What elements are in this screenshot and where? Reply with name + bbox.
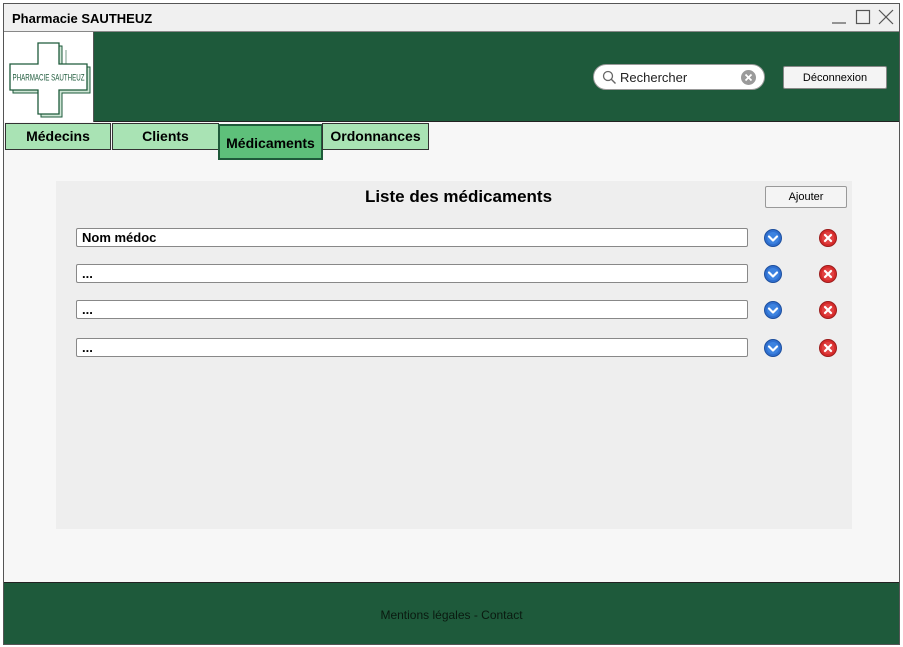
medication-field[interactable]: ...: [76, 264, 748, 283]
chevron-down-circle-icon[interactable]: [763, 228, 783, 248]
header-bar: PHARMACIE SAUTHEUZ Déconnexion: [4, 32, 899, 122]
search-input[interactable]: [620, 68, 735, 87]
tab-medicaments[interactable]: Médicaments: [218, 124, 323, 160]
chevron-down-circle-icon[interactable]: [763, 338, 783, 358]
pharmacy-logo: PHARMACIE SAUTHEUZ: [4, 32, 94, 122]
delete-circle-icon[interactable]: [818, 338, 838, 358]
clear-search-icon[interactable]: [740, 69, 757, 91]
footer-bar: Mentions légales - Contact: [4, 582, 899, 644]
delete-circle-icon[interactable]: [818, 264, 838, 284]
tab-ordonnances[interactable]: Ordonnances: [322, 123, 429, 150]
window-title: Pharmacie SAUTHEUZ: [12, 11, 153, 26]
logout-button[interactable]: Déconnexion: [783, 66, 887, 89]
search-box[interactable]: [593, 64, 765, 90]
chevron-down-circle-icon[interactable]: [763, 264, 783, 284]
chevron-down-circle-icon[interactable]: [763, 300, 783, 320]
medication-field[interactable]: ...: [76, 338, 748, 357]
medication-field[interactable]: ...: [76, 300, 748, 319]
delete-circle-icon[interactable]: [818, 300, 838, 320]
footer-links[interactable]: Mentions légales - Contact: [4, 608, 899, 622]
medication-field[interactable]: Nom médoc: [76, 228, 748, 247]
pharmacy-cross-logo: PHARMACIE SAUTHEUZ: [9, 42, 91, 118]
tab-medecins[interactable]: Médecins: [5, 123, 111, 150]
close-icon[interactable]: [877, 8, 895, 26]
delete-circle-icon[interactable]: [818, 228, 838, 248]
page-title: Liste des médicaments: [364, 187, 553, 206]
title-bar: Pharmacie SAUTHEUZ: [4, 4, 899, 32]
tab-clients[interactable]: Clients: [112, 123, 219, 150]
medication-list-panel: Liste des médicaments Ajouter Nom médoc …: [56, 181, 852, 529]
add-button[interactable]: Ajouter: [765, 186, 847, 208]
search-icon: [602, 70, 617, 90]
minimize-icon[interactable]: [830, 8, 848, 26]
maximize-icon[interactable]: [854, 8, 872, 26]
app-window: Pharmacie SAUTHEUZ PHARMACIE SAUTHEUZ Re…: [3, 3, 900, 645]
logo-text: PHARMACIE SAUTHEUZ: [13, 73, 85, 83]
